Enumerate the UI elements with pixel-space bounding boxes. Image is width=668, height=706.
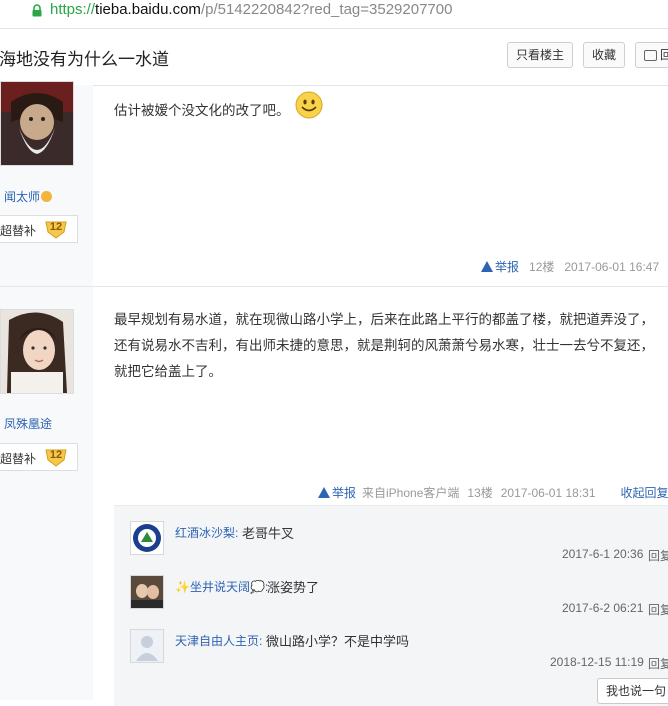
report-link[interactable]: 举报 bbox=[318, 486, 356, 500]
post-text-line: 最早规划有易水道，就在现微山路小学上，后来在此路上平行的都盖了楼，就把道弄没了， bbox=[114, 307, 654, 333]
level-badge[interactable]: 超替补 12 bbox=[0, 443, 78, 471]
post-tail: 举报 12楼 2017-06-01 16:47 bbox=[481, 258, 668, 275]
author-name-text: 闻太师 bbox=[4, 190, 40, 204]
lock-icon bbox=[32, 4, 42, 17]
report-link[interactable]: 举报 bbox=[481, 260, 519, 274]
post-text-line: 就把它给盖上了。 bbox=[114, 359, 654, 385]
favorite-button[interactable]: 收藏 bbox=[583, 42, 625, 68]
add-comment-button[interactable]: 我也说一句 bbox=[597, 678, 668, 704]
comment-list: 红酒冰沙梨: 老哥牛叉 2017-6-1 20:36 回复 ✨坐井说天阔💭: 涨… bbox=[114, 505, 668, 706]
comment-user[interactable]: 天津自由人主页: bbox=[175, 632, 262, 649]
client-source: 来自iPhone客户端 bbox=[362, 486, 459, 500]
url-path: /p/5142220842?red_tag=3529207700 bbox=[201, 1, 453, 18]
url-host: tieba.baidu.com bbox=[95, 1, 201, 18]
comment-text: 微山路小学？不是中学吗 bbox=[266, 631, 409, 650]
comment-avatar-image bbox=[131, 576, 163, 608]
report-label: 举报 bbox=[495, 260, 519, 274]
post-time: 2017-06-01 16:47 bbox=[564, 260, 659, 274]
author-name[interactable]: 闻太师 bbox=[4, 188, 52, 205]
level-badge-icon: 12 bbox=[45, 447, 67, 467]
smiley-icon bbox=[295, 91, 323, 119]
comment-item: ✨坐井说天阔💭: 涨姿势了 2017-6-2 06:21 回复 bbox=[114, 575, 668, 629]
only-op-button[interactable]: 只看楼主 bbox=[507, 42, 573, 68]
avatar-image bbox=[1, 82, 73, 165]
comment-reply-link[interactable]: 回复 bbox=[648, 547, 668, 564]
author-name[interactable]: 凤殊凰途 bbox=[4, 415, 52, 432]
comment-reply-link[interactable]: 回复 bbox=[648, 655, 668, 672]
avatar[interactable] bbox=[0, 81, 74, 166]
comment-avatar[interactable] bbox=[130, 575, 164, 609]
comment-text: 老哥牛叉 bbox=[242, 523, 294, 542]
comment-user[interactable]: 红酒冰沙梨: bbox=[175, 524, 238, 541]
warning-icon bbox=[481, 261, 493, 272]
url-scheme: https:// bbox=[50, 1, 95, 18]
level-badge-icon: 12 bbox=[45, 219, 67, 239]
floor-number: 12楼 bbox=[529, 260, 554, 274]
post-text-line: 估计被嫒个没文化的改了吧。 bbox=[114, 103, 290, 118]
comment-time: 2017-6-1 20:36 bbox=[562, 547, 643, 561]
reply-button[interactable]: 回复 bbox=[635, 42, 668, 68]
comment-item: 天津自由人主页: 微山路小学？不是中学吗 2018-12-15 11:19 回复 bbox=[114, 629, 668, 683]
post-time: 2017-06-01 18:31 bbox=[501, 486, 596, 500]
default-avatar-icon bbox=[131, 630, 163, 662]
comment-avatar-image bbox=[131, 522, 163, 554]
comment-item: 红酒冰沙梨: 老哥牛叉 2017-6-1 20:36 回复 bbox=[114, 521, 668, 575]
floor-number: 13楼 bbox=[467, 486, 492, 500]
comment-avatar[interactable] bbox=[130, 629, 164, 663]
post-floor-12: 闻太师 超替补 12 估计被嫒个没文化的改了吧。 举报 12楼 2017-06-01… bbox=[0, 85, 668, 286]
comment-time: 2017-6-2 06:21 bbox=[562, 601, 643, 615]
level-badge[interactable]: 超替补 12 bbox=[0, 215, 78, 243]
warning-icon bbox=[318, 487, 330, 498]
comment-time: 2018-12-15 11:19 bbox=[550, 655, 644, 669]
avatar-image bbox=[1, 310, 73, 393]
address-bar[interactable]: https://tieba.baidu.com/p/5142220842?red… bbox=[0, 0, 668, 24]
post-tail: 举报来自iPhone客户端 13楼 2017-06-01 18:31 收起回复 bbox=[318, 484, 668, 501]
level-name: 超替补 bbox=[0, 222, 36, 239]
comment-reply-link[interactable]: 回复 bbox=[648, 601, 668, 618]
reply-icon bbox=[644, 50, 657, 61]
reply-button-label: 回复 bbox=[660, 48, 668, 62]
post-text-line: 还有说易水不吉利，有出师未捷的意思，就是荆轲的风萧萧兮易水寒，壮士一去兮不复还， bbox=[114, 333, 654, 359]
post-content: 最早规划有易水道，就在现微山路小学上，后来在此路上平行的都盖了楼，就把道弄没了，… bbox=[114, 307, 654, 385]
thread-title: 海地没有为什么一水道 bbox=[0, 45, 169, 70]
level-name: 超替补 bbox=[0, 450, 36, 467]
emoji-icon bbox=[41, 191, 52, 202]
post-content: 估计被嫒个没文化的改了吧。 bbox=[114, 91, 323, 124]
comment-user[interactable]: ✨坐井说天阔💭: bbox=[175, 578, 268, 595]
url-text[interactable]: https://tieba.baidu.com/p/5142220842?red… bbox=[50, 1, 452, 18]
comment-avatar[interactable] bbox=[130, 521, 164, 555]
level-number: 12 bbox=[45, 449, 67, 461]
report-label: 举报 bbox=[332, 486, 356, 500]
comment-text: 涨姿势了 bbox=[267, 577, 319, 596]
avatar[interactable] bbox=[0, 309, 74, 394]
collapse-replies-link[interactable]: 收起回复 bbox=[621, 486, 668, 500]
level-number: 12 bbox=[45, 221, 67, 233]
thread-header: 海地没有为什么一水道 只看楼主 收藏 回复 bbox=[0, 28, 668, 86]
